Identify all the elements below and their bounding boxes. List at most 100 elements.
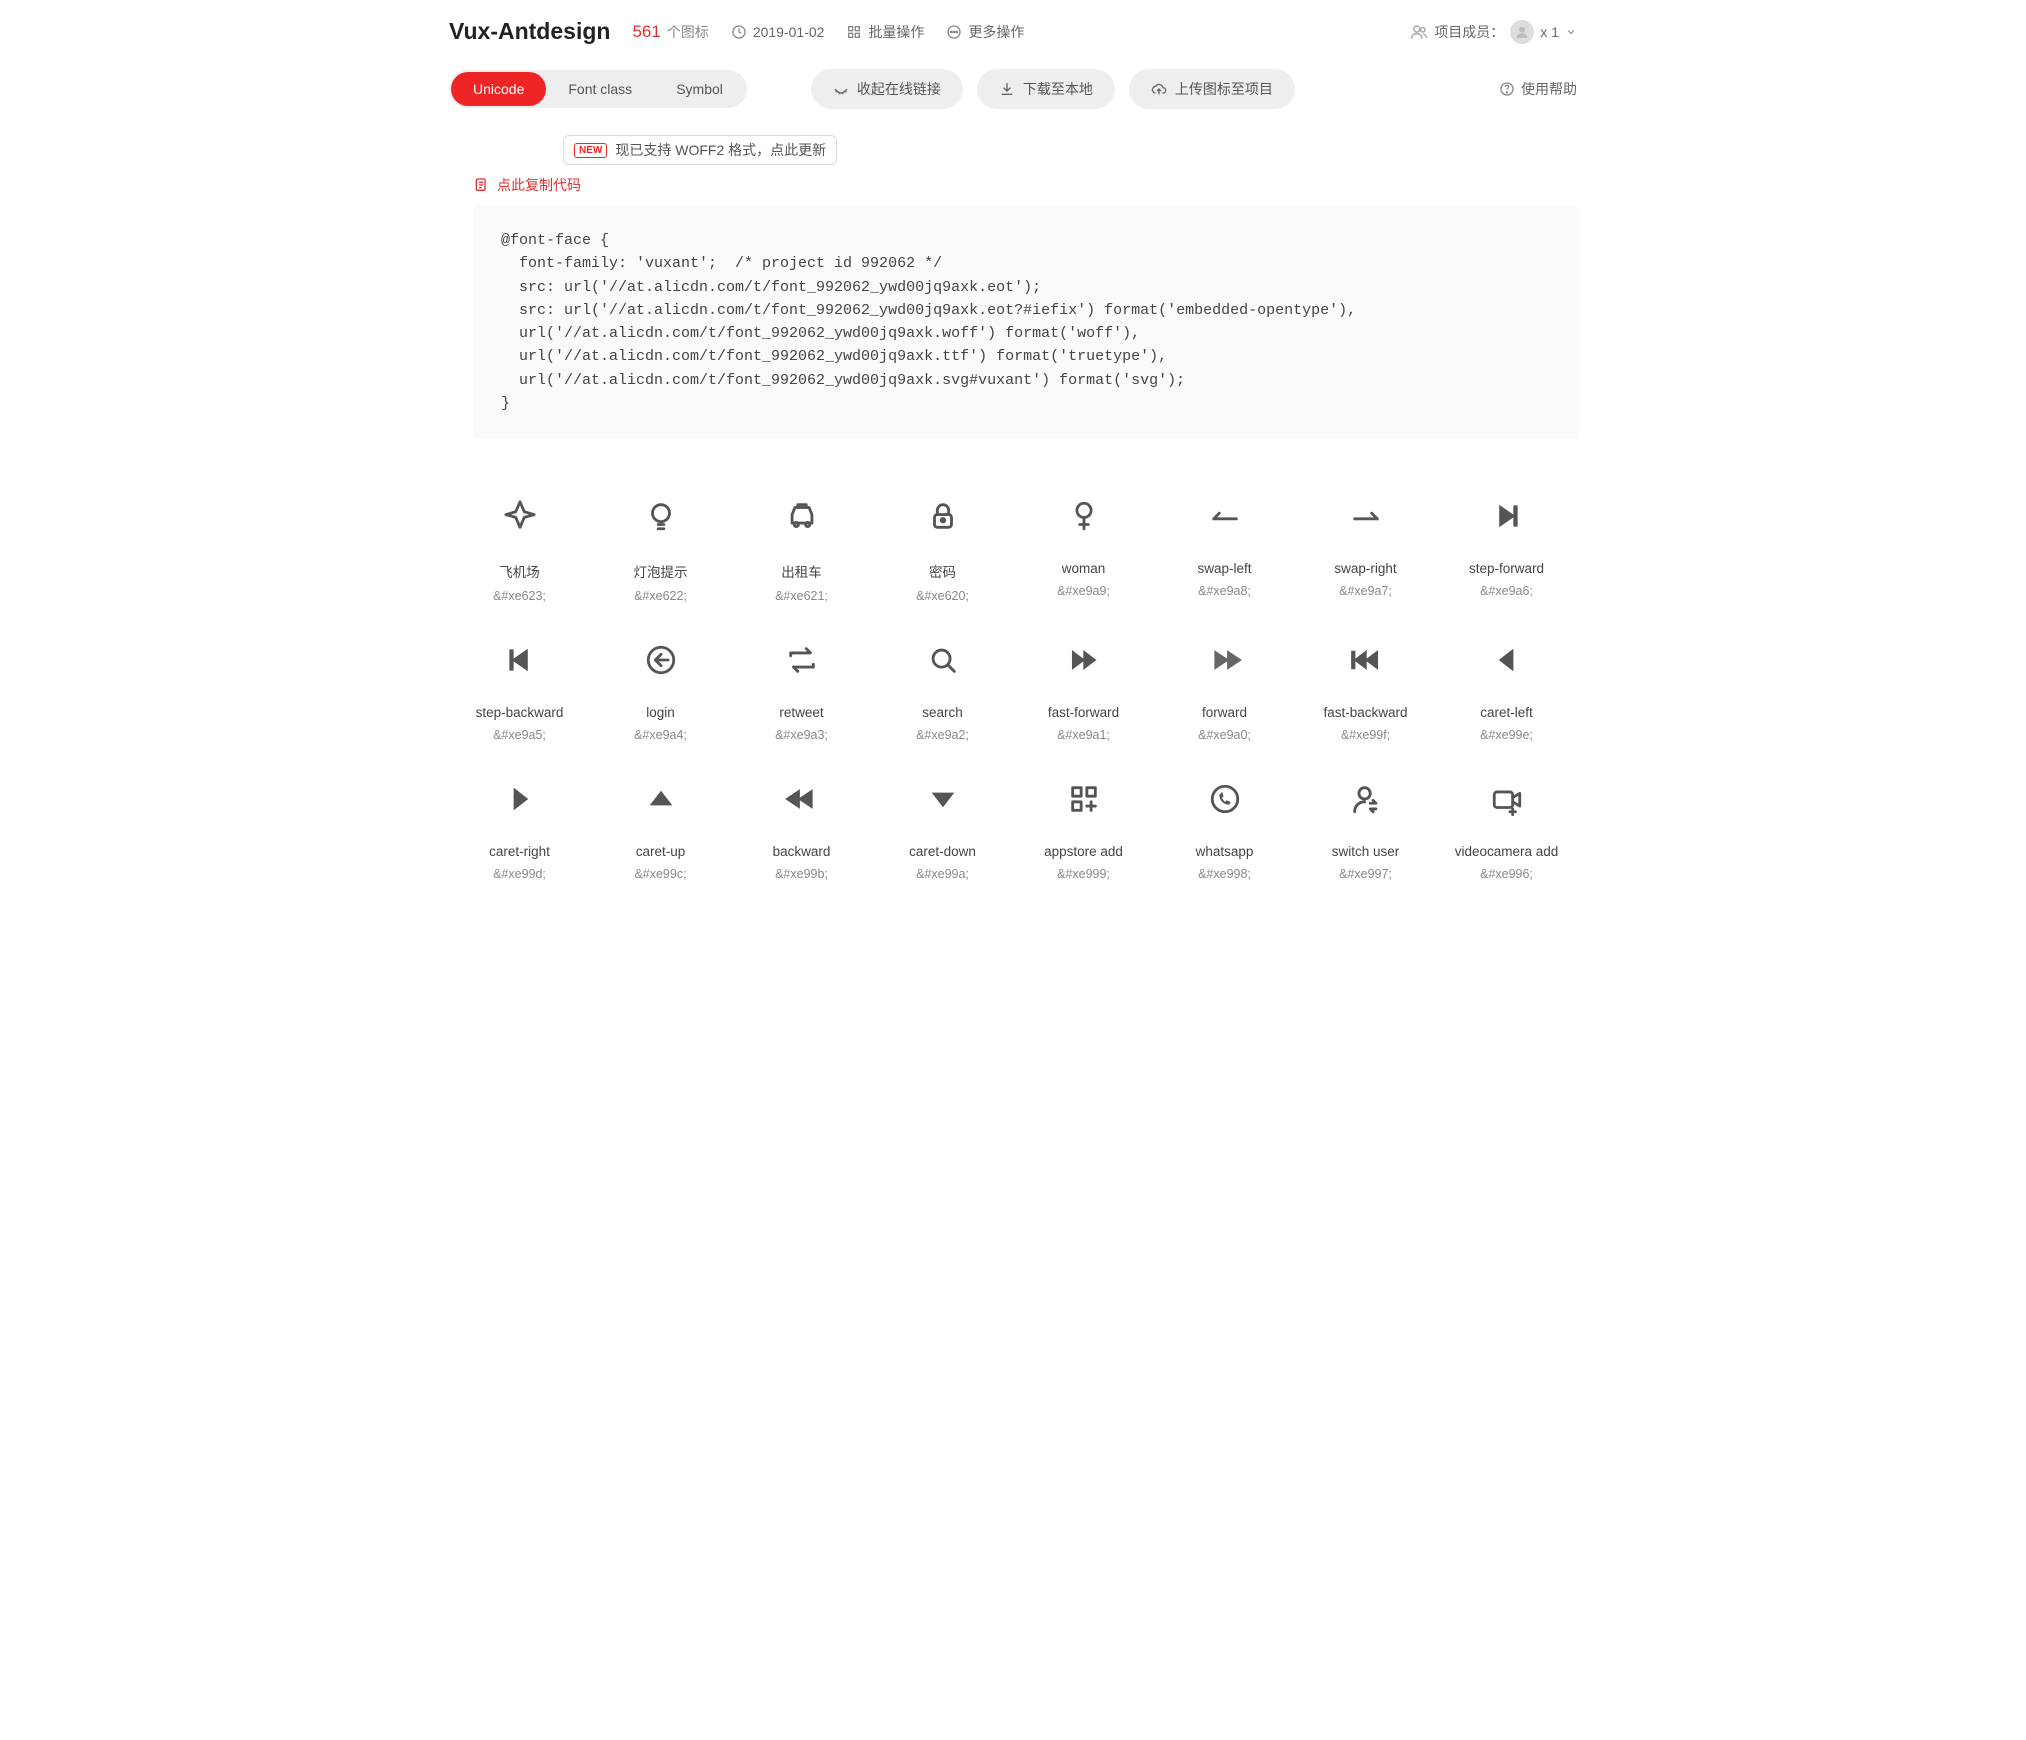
icon-code: &#xe99e; xyxy=(1480,728,1533,742)
icon-name: 出租车 xyxy=(781,561,822,581)
users-icon xyxy=(1410,23,1428,41)
icon-name: fast-backward xyxy=(1323,705,1407,720)
icon-code: &#xe622; xyxy=(634,589,687,603)
fast-forward-icon xyxy=(1067,637,1101,683)
download-button[interactable]: 下载至本地 xyxy=(977,69,1115,109)
icon-code: &#xe998; xyxy=(1198,867,1251,881)
icon-code: &#xe9a5; xyxy=(493,728,546,742)
members-display[interactable]: 项目成员： x 1 xyxy=(1410,20,1577,44)
icon-cell-videocamera-add[interactable]: videocamera add &#xe996; xyxy=(1436,776,1577,881)
icon-code: &#xe620; xyxy=(916,589,969,603)
download-label: 下载至本地 xyxy=(1023,79,1093,99)
icon-cell-caret-left[interactable]: caret-left&#xe99e; xyxy=(1436,637,1577,742)
icon-name: retweet xyxy=(779,705,823,720)
tab-fontclass[interactable]: Font class xyxy=(546,72,654,106)
woff2-notice[interactable]: NEW 现已支持 WOFF2 格式，点此更新 xyxy=(563,135,837,165)
project-title: Vux-Antdesign xyxy=(449,18,610,45)
airplane-icon xyxy=(503,493,537,539)
icon-cell-fast-forward[interactable]: fast-forward&#xe9a1; xyxy=(1013,637,1154,742)
icon-cell-fast-backward[interactable]: fast-backward &#xe99f; xyxy=(1295,637,1436,742)
more-label: 更多操作 xyxy=(968,22,1024,42)
collapse-link-button[interactable]: 收起在线链接 xyxy=(811,69,963,109)
upload-label: 上传图标至项目 xyxy=(1175,79,1273,99)
tab-unicode[interactable]: Unicode xyxy=(451,72,546,106)
icon-cell-caret-right[interactable]: caret-right&#xe99d; xyxy=(449,776,590,881)
icon-cell-lock[interactable]: 密码 &#xe620; xyxy=(872,493,1013,603)
batch-action[interactable]: 批量操作 xyxy=(846,22,924,42)
icon-cell-caret-up[interactable]: caret-up&#xe99c; xyxy=(590,776,731,881)
icon-cell-retweet[interactable]: retweet&#xe9a3; xyxy=(731,637,872,742)
batch-label: 批量操作 xyxy=(868,22,924,42)
copy-icon xyxy=(473,177,489,193)
icon-name: 密码 xyxy=(929,561,956,581)
icon-code: &#xe997; xyxy=(1339,867,1392,881)
icon-cell-backward[interactable]: backward &#xe99b; xyxy=(731,776,872,881)
more-action[interactable]: 更多操作 xyxy=(946,22,1024,42)
icon-cell-whatsapp[interactable]: whatsapp&#xe998; xyxy=(1154,776,1295,881)
icon-code: &#xe621; xyxy=(775,589,828,603)
icon-name: swap-left xyxy=(1197,561,1251,576)
grid-icon xyxy=(846,24,862,40)
icon-code: &#xe9a9; xyxy=(1057,584,1110,598)
members-label: 项目成员： xyxy=(1434,22,1504,42)
caret-right-icon xyxy=(503,776,537,822)
icon-cell-step-backward[interactable]: step-backward&#xe9a5; xyxy=(449,637,590,742)
icon-cell-woman[interactable]: woman &#xe9a9; xyxy=(1013,493,1154,603)
icon-code: &#xe99b; xyxy=(775,867,828,881)
caret-down-icon xyxy=(926,776,960,822)
icon-code: &#xe9a4; xyxy=(634,728,687,742)
upload-button[interactable]: 上传图标至项目 xyxy=(1129,69,1295,109)
icon-code: &#xe996; xyxy=(1480,867,1533,881)
avatar xyxy=(1510,20,1534,44)
icon-code: &#xe9a6; xyxy=(1480,584,1533,598)
icon-name: caret-right xyxy=(489,844,550,859)
notice-text: 现已支持 WOFF2 格式，点此更新 xyxy=(615,140,826,160)
copy-code-link[interactable]: 点此复制代码 xyxy=(473,175,1577,195)
backward-icon xyxy=(785,776,819,822)
icon-cell-taxi[interactable]: 出租车 &#xe621; xyxy=(731,493,872,603)
icon-name: switch user xyxy=(1332,844,1400,859)
icon-cell-caret-down[interactable]: caret-down&#xe99a; xyxy=(872,776,1013,881)
retweet-icon xyxy=(785,637,819,683)
clock-icon xyxy=(731,24,747,40)
cloud-upload-icon xyxy=(1151,81,1167,97)
icon-code: &#xe99f; xyxy=(1341,728,1390,742)
appstore-add-icon xyxy=(1067,776,1101,822)
date-text: 2019-01-02 xyxy=(753,24,825,40)
icon-name: login xyxy=(646,705,675,720)
caret-left-icon xyxy=(1490,637,1524,683)
icon-cell-bulb[interactable]: 灯泡提示&#xe622; xyxy=(590,493,731,603)
copy-code-label: 点此复制代码 xyxy=(497,175,581,195)
icon-cell-search[interactable]: search&#xe9a2; xyxy=(872,637,1013,742)
download-icon xyxy=(999,81,1015,97)
search-icon xyxy=(926,637,960,683)
icon-name: 飞机场 xyxy=(499,561,540,581)
fast-backward-icon xyxy=(1349,637,1383,683)
tab-symbol[interactable]: Symbol xyxy=(654,72,745,106)
ellipsis-icon xyxy=(946,24,962,40)
icon-name: backward xyxy=(773,844,831,859)
date-display[interactable]: 2019-01-02 xyxy=(731,24,825,40)
icon-cell-airplane[interactable]: 飞机场&#xe623; xyxy=(449,493,590,603)
switch-user-icon xyxy=(1349,776,1383,822)
icon-cell-swap-right[interactable]: swap-right&#xe9a7; xyxy=(1295,493,1436,603)
eye-closed-icon xyxy=(833,81,849,97)
icon-code: &#xe9a8; xyxy=(1198,584,1251,598)
help-link[interactable]: 使用帮助 xyxy=(1499,79,1577,99)
icon-name: search xyxy=(922,705,963,720)
icon-name: woman xyxy=(1062,561,1106,576)
icon-cell-swap-left[interactable]: swap-left &#xe9a8; xyxy=(1154,493,1295,603)
icon-name: fast-forward xyxy=(1048,705,1119,720)
caret-up-icon xyxy=(644,776,678,822)
icon-cell-forward[interactable]: forward&#xe9a0; xyxy=(1154,637,1295,742)
code-panel[interactable]: @font-face { font-family: 'vuxant'; /* p… xyxy=(473,205,1577,439)
header-bar: Vux-Antdesign 561 个图标 2019-01-02 批量操作 更多… xyxy=(449,12,1577,63)
icon-count-label: 个图标 xyxy=(667,22,709,42)
icon-cell-switch-user[interactable]: switch user &#xe997; xyxy=(1295,776,1436,881)
step-backward-icon xyxy=(503,637,537,683)
icon-name: step-forward xyxy=(1469,561,1544,576)
icon-name: videocamera add xyxy=(1455,844,1559,859)
icon-cell-login[interactable]: login &#xe9a4; xyxy=(590,637,731,742)
icon-cell-appstore-add[interactable]: appstore add&#xe999; xyxy=(1013,776,1154,881)
icon-cell-step-forward[interactable]: step-forward &#xe9a6; xyxy=(1436,493,1577,603)
